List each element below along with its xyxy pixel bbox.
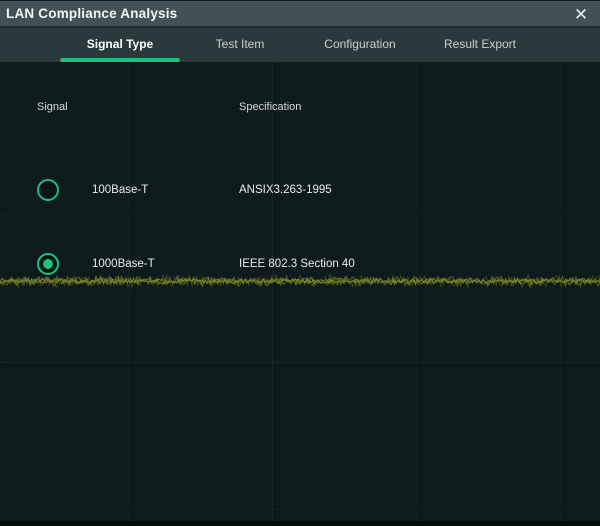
column-header-specification: Specification bbox=[239, 101, 301, 113]
column-header-signal: Signal bbox=[37, 101, 68, 113]
grid-vline bbox=[416, 62, 417, 521]
signal-label: 100Base-T bbox=[92, 179, 148, 201]
table-row-100base-t[interactable]: 100Base-T ANSIX3.263-1995 bbox=[0, 179, 600, 201]
grid-hline-center bbox=[0, 362, 600, 363]
dialog-title: LAN Compliance Analysis bbox=[0, 6, 177, 21]
grid-vline bbox=[560, 62, 561, 521]
bottom-strip bbox=[0, 521, 600, 526]
oscilloscope-screen: LAN Compliance Analysis ✕ Signal Type Te… bbox=[0, 0, 600, 526]
close-icon[interactable]: ✕ bbox=[566, 1, 596, 27]
tab-result-export[interactable]: Result Export bbox=[420, 28, 540, 62]
tab-bar: Signal Type Test Item Configuration Resu… bbox=[0, 28, 600, 62]
grid-vline-center bbox=[272, 62, 273, 521]
active-tab-indicator bbox=[60, 58, 180, 62]
tab-configuration[interactable]: Configuration bbox=[300, 28, 420, 62]
table-row-1000base-t[interactable]: 1000Base-T IEEE 802.3 Section 40 bbox=[0, 253, 600, 275]
grid-hline bbox=[0, 509, 600, 510]
tab-test-item[interactable]: Test Item bbox=[180, 28, 300, 62]
specification-label: ANSIX3.263-1995 bbox=[239, 179, 332, 201]
radio-100base-t[interactable] bbox=[37, 179, 59, 201]
dialog-titlebar: LAN Compliance Analysis ✕ bbox=[0, 0, 600, 28]
radio-1000base-t[interactable] bbox=[37, 253, 59, 275]
grid-vline bbox=[128, 62, 129, 521]
grid-hline bbox=[0, 215, 600, 216]
specification-label: IEEE 802.3 Section 40 bbox=[239, 253, 355, 275]
tab-signal-type[interactable]: Signal Type bbox=[60, 28, 180, 62]
signal-label: 1000Base-T bbox=[92, 253, 155, 275]
